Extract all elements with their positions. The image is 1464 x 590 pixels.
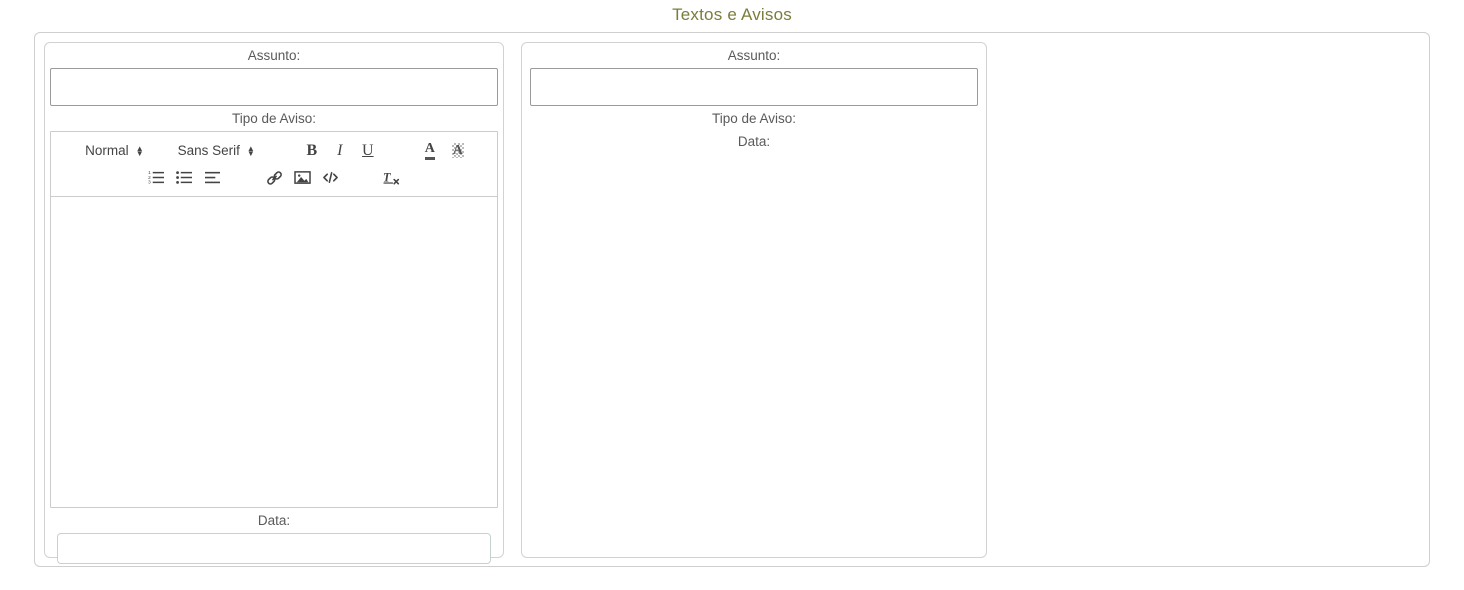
image-icon	[293, 171, 311, 184]
notice-type-label: Tipo de Aviso:	[231, 111, 317, 126]
align-icon	[204, 171, 220, 184]
editor-toolbar: Normal ▲ ▼ Sans Serif ▲ ▼ B I U A A 1 2 …	[51, 132, 497, 197]
bold-icon: B	[306, 141, 318, 159]
background-color-icon: A	[452, 143, 463, 158]
chevron-updown-icon: ▲ ▼	[246, 143, 255, 158]
ordered-list-icon: 123	[148, 170, 164, 185]
clear-format-button[interactable]: T	[378, 166, 406, 190]
svg-text:3: 3	[148, 180, 151, 185]
bullet-list-button[interactable]	[170, 166, 198, 190]
background-color-button[interactable]: A	[444, 139, 472, 163]
underline-icon: U	[362, 141, 374, 159]
code-icon	[322, 172, 338, 183]
rich-text-editor: Normal ▲ ▼ Sans Serif ▲ ▼ B I U A A 1 2 …	[50, 131, 498, 508]
subject-label: Assunto:	[727, 48, 781, 63]
align-button[interactable]	[198, 166, 226, 190]
page-title: Textos e Avisos	[672, 5, 792, 24]
italic-button[interactable]: I	[326, 139, 354, 163]
date-label: Data:	[257, 513, 291, 528]
bullet-list-icon	[175, 171, 192, 184]
link-icon	[266, 170, 282, 185]
text-color-button[interactable]: A	[416, 139, 444, 163]
notice-preview-panel: Assunto: Tipo de Aviso: Data:	[521, 42, 987, 558]
font-family-select[interactable]: Sans Serif ▲ ▼	[169, 143, 264, 158]
link-button[interactable]	[260, 166, 288, 190]
ordered-list-button[interactable]: 123	[142, 166, 170, 190]
underline-button[interactable]: U	[354, 139, 382, 163]
text-color-icon: A	[424, 141, 435, 160]
heading-format-select[interactable]: Normal ▲ ▼	[76, 143, 152, 158]
editor-toolbar-row-1: Normal ▲ ▼ Sans Serif ▲ ▼ B I U A A	[51, 137, 497, 164]
code-button[interactable]	[316, 166, 344, 190]
notice-editor-panel: Assunto: Tipo de Aviso: Normal ▲ ▼ Sans S…	[44, 42, 504, 564]
subject-input[interactable]	[530, 68, 978, 106]
subject-input[interactable]	[50, 68, 498, 106]
editor-toolbar-row-2: 123 T	[51, 164, 497, 191]
date-input[interactable]	[57, 533, 491, 564]
italic-icon: I	[337, 141, 343, 159]
svg-text:T: T	[383, 170, 391, 184]
date-label: Data:	[737, 134, 771, 149]
notice-type-label: Tipo de Aviso:	[711, 111, 797, 126]
bold-button[interactable]: B	[298, 139, 326, 163]
font-family-value: Sans Serif	[177, 143, 240, 158]
subject-label: Assunto:	[247, 48, 301, 63]
chevron-updown-icon: ▲ ▼	[135, 143, 144, 158]
clear-format-icon: T	[383, 170, 400, 185]
editor-content-area[interactable]	[51, 197, 497, 507]
content-container: Assunto: Tipo de Aviso: Normal ▲ ▼ Sans S…	[34, 32, 1430, 567]
image-button[interactable]	[288, 166, 316, 190]
heading-format-value: Normal	[85, 143, 129, 158]
